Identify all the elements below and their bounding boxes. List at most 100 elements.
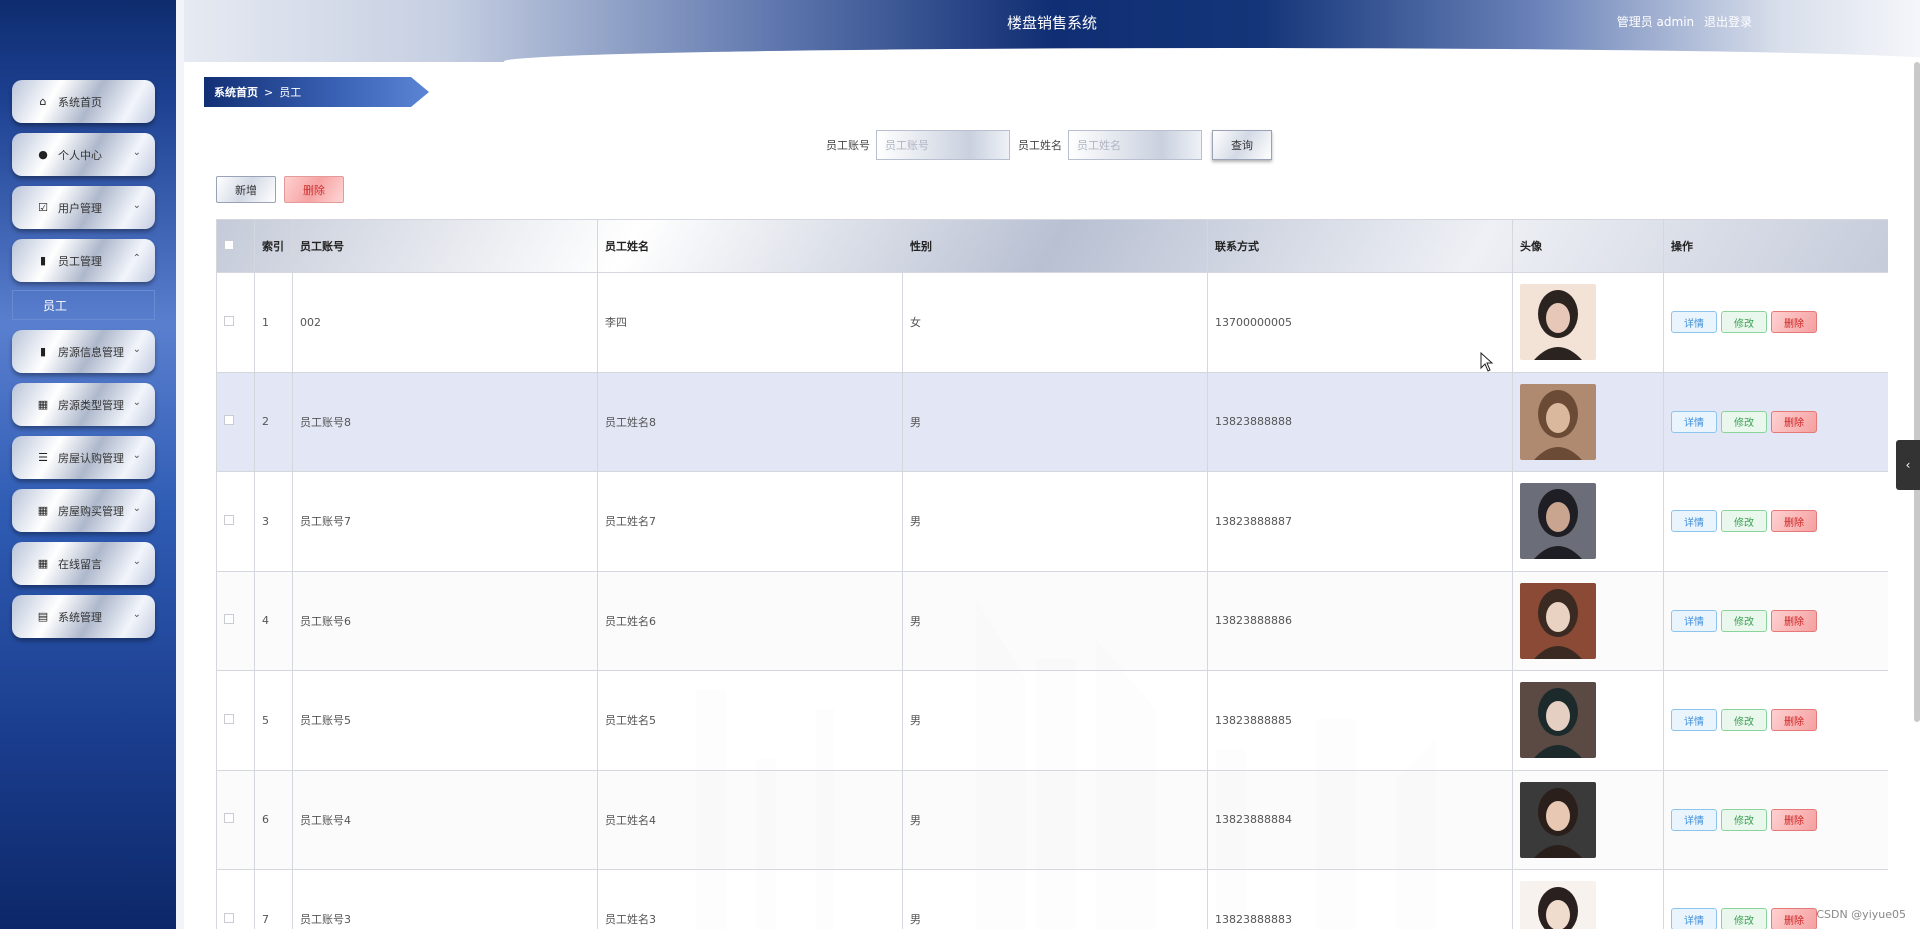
cell-name: 员工姓名5 (597, 670, 903, 771)
edit-button[interactable]: 修改 (1721, 510, 1767, 533)
watermark: CSDN @yiyue05 (1816, 908, 1906, 921)
sidebar-item-purchase-management[interactable]: ▦ 房屋购买管理 ⌄ (12, 489, 155, 532)
name-search-input[interactable] (1068, 130, 1202, 160)
delete-button[interactable]: 删除 (1771, 808, 1817, 831)
clipboard-icon: ▤ (37, 610, 49, 623)
table-row[interactable]: 2 员工账号8 员工姓名8 男 13823888888 详情 修改 删除 (216, 371, 1888, 472)
current-user: 管理员 admin (1616, 15, 1695, 29)
cell-avatar (1512, 869, 1664, 929)
sidebar-item-label: 用户管理 (58, 201, 102, 215)
grid-icon: ▦ (37, 557, 49, 570)
sidebar-item-listing-type-management[interactable]: ▦ 房源类型管理 ⌄ (12, 383, 155, 426)
cell-name: 员工姓名7 (597, 471, 903, 572)
cell-phone: 13823888887 (1207, 471, 1513, 572)
table-row[interactable]: 6 员工账号4 员工姓名4 男 13823888884 详情 修改 删除 (216, 769, 1888, 870)
detail-button[interactable]: 详情 (1671, 410, 1717, 433)
staff-table: 索引 员工账号 员工姓名 性别 联系方式 头像 操作 1 002 李四女 137000… (216, 219, 1888, 929)
table-row[interactable]: 3 员工账号7 员工姓名7 男 13823888887 详情 修改 删除 (216, 471, 1888, 572)
table-row[interactable]: 5 员工账号5 员工姓名5 男 13823888885 详情 修改 删除 (216, 670, 1888, 771)
collapse-panel-button[interactable]: ‹ (1896, 440, 1920, 490)
delete-button[interactable]: 删除 (1771, 709, 1817, 732)
table-row[interactable]: 1 002 李四女 13700000005 详情 修改 删除 (216, 272, 1888, 373)
edit-button[interactable]: 修改 (1721, 709, 1767, 732)
sidebar-item-online-message[interactable]: ▦ 在线留言 ⌄ (12, 542, 155, 585)
breadcrumb-home[interactable]: 系统首页 (214, 84, 258, 100)
row-checkbox[interactable] (224, 614, 234, 625)
add-button[interactable]: 新增 (216, 176, 276, 203)
detail-button[interactable]: 详情 (1671, 609, 1717, 632)
mouse-cursor-icon (1480, 352, 1494, 372)
sidebar-item-label: 系统首页 (58, 95, 102, 109)
delete-button[interactable]: 删除 (1771, 908, 1817, 929)
avatar[interactable] (1520, 781, 1596, 858)
header-wave (504, 48, 1920, 64)
avatar[interactable] (1520, 483, 1596, 560)
sidebar-item-staff-management[interactable]: ▮ 员工管理 ⌃ (12, 239, 155, 282)
cell-ops: 详情 修改 删除 (1663, 670, 1888, 771)
sidebar-item-home[interactable]: ⌂ 系统首页 (12, 80, 155, 123)
cell-account: 员工账号8 (292, 371, 598, 472)
row-checkbox[interactable] (224, 415, 234, 426)
edit-button[interactable]: 修改 (1721, 311, 1767, 334)
chevron-up-icon: ⌃ (132, 253, 141, 264)
query-button[interactable]: 查询 (1212, 130, 1272, 160)
cell-gender: 女 (902, 272, 1208, 373)
sidebar: ⌂ 系统首页 ● 个人中心 ⌄ ☑ 用户管理 ⌄ ▮ 员工管理 ⌃ 员工 ▮ 房… (0, 0, 176, 929)
edit-button[interactable]: 修改 (1721, 410, 1767, 433)
avatar[interactable] (1520, 383, 1596, 460)
avatar[interactable] (1520, 881, 1596, 929)
table-row[interactable]: 7 员工账号3 员工姓名3 男 13823888883 详情 修改 删除 (216, 869, 1888, 929)
col-phone: 联系方式 (1207, 219, 1513, 273)
cell-gender: 男 (902, 869, 1208, 929)
chevron-down-icon: ⌄ (132, 397, 141, 408)
detail-button[interactable]: 详情 (1671, 808, 1717, 831)
sidebar-item-listing-management[interactable]: ▮ 房源信息管理 ⌄ (12, 330, 155, 373)
detail-button[interactable]: 详情 (1671, 709, 1717, 732)
table-row[interactable]: 4 员工账号6 员工姓名6 男 13823888886 详情 修改 删除 (216, 570, 1888, 671)
table-body: 1 002 李四女 13700000005 详情 修改 删除 2 员工账号8 员工姓名8 男 1382… (216, 272, 1888, 929)
cell-avatar (1512, 570, 1664, 671)
account-search-input[interactable] (876, 130, 1010, 160)
avatar[interactable] (1520, 582, 1596, 659)
delete-button[interactable]: 删除 (1771, 609, 1817, 632)
row-checkbox[interactable] (224, 912, 234, 923)
cell-phone: 13823888885 (1207, 670, 1513, 771)
cell-gender: 男 (902, 570, 1208, 671)
delete-button[interactable]: 删除 (1771, 410, 1817, 433)
logout-link[interactable]: 退出登录 (1704, 15, 1752, 29)
sidebar-item-personal-center[interactable]: ● 个人中心 ⌄ (12, 133, 155, 176)
home-icon: ⌂ (39, 95, 47, 108)
col-account: 员工账号 (292, 219, 598, 273)
row-checkbox[interactable] (224, 514, 234, 525)
cell-ops: 详情 修改 删除 (1663, 769, 1888, 870)
breadcrumb-separator: > (264, 85, 274, 99)
sidebar-item-subscription-management[interactable]: ☰ 房屋认购管理 ⌄ (12, 436, 155, 479)
select-all-checkbox[interactable] (224, 239, 234, 250)
delete-button[interactable]: 删除 (1771, 510, 1817, 533)
row-checkbox[interactable] (224, 315, 234, 326)
edit-button[interactable]: 修改 (1721, 609, 1767, 632)
row-checkbox[interactable] (224, 713, 234, 724)
avatar[interactable] (1520, 284, 1596, 361)
sidebar-item-system-management[interactable]: ▤ 系统管理 ⌄ (12, 595, 155, 638)
cell-gender: 男 (902, 471, 1208, 572)
avatar[interactable] (1520, 682, 1596, 759)
sidebar-item-label: 房源信息管理 (58, 345, 124, 359)
batch-delete-button[interactable]: 删除 (284, 176, 344, 203)
sidebar-item-label: 系统管理 (58, 610, 102, 624)
detail-button[interactable]: 详情 (1671, 311, 1717, 334)
row-checkbox[interactable] (224, 813, 234, 824)
cell-phone: 13823888883 (1207, 869, 1513, 929)
cell-avatar (1512, 471, 1664, 572)
detail-button[interactable]: 详情 (1671, 510, 1717, 533)
sidebar-item-user-management[interactable]: ☑ 用户管理 ⌄ (12, 186, 155, 229)
detail-button[interactable]: 详情 (1671, 908, 1717, 929)
edit-button[interactable]: 修改 (1721, 908, 1767, 929)
row-select-cell (216, 869, 255, 929)
bar-chart-icon: ▮ (39, 345, 47, 358)
sidebar-subitem-staff[interactable]: 员工 (12, 290, 155, 320)
edit-button[interactable]: 修改 (1721, 808, 1767, 831)
delete-button[interactable]: 删除 (1771, 311, 1817, 334)
page-scrollbar[interactable] (1914, 62, 1920, 722)
table-header-row: 索引 员工账号 员工姓名 性别 联系方式 头像 操作 (216, 219, 1888, 273)
